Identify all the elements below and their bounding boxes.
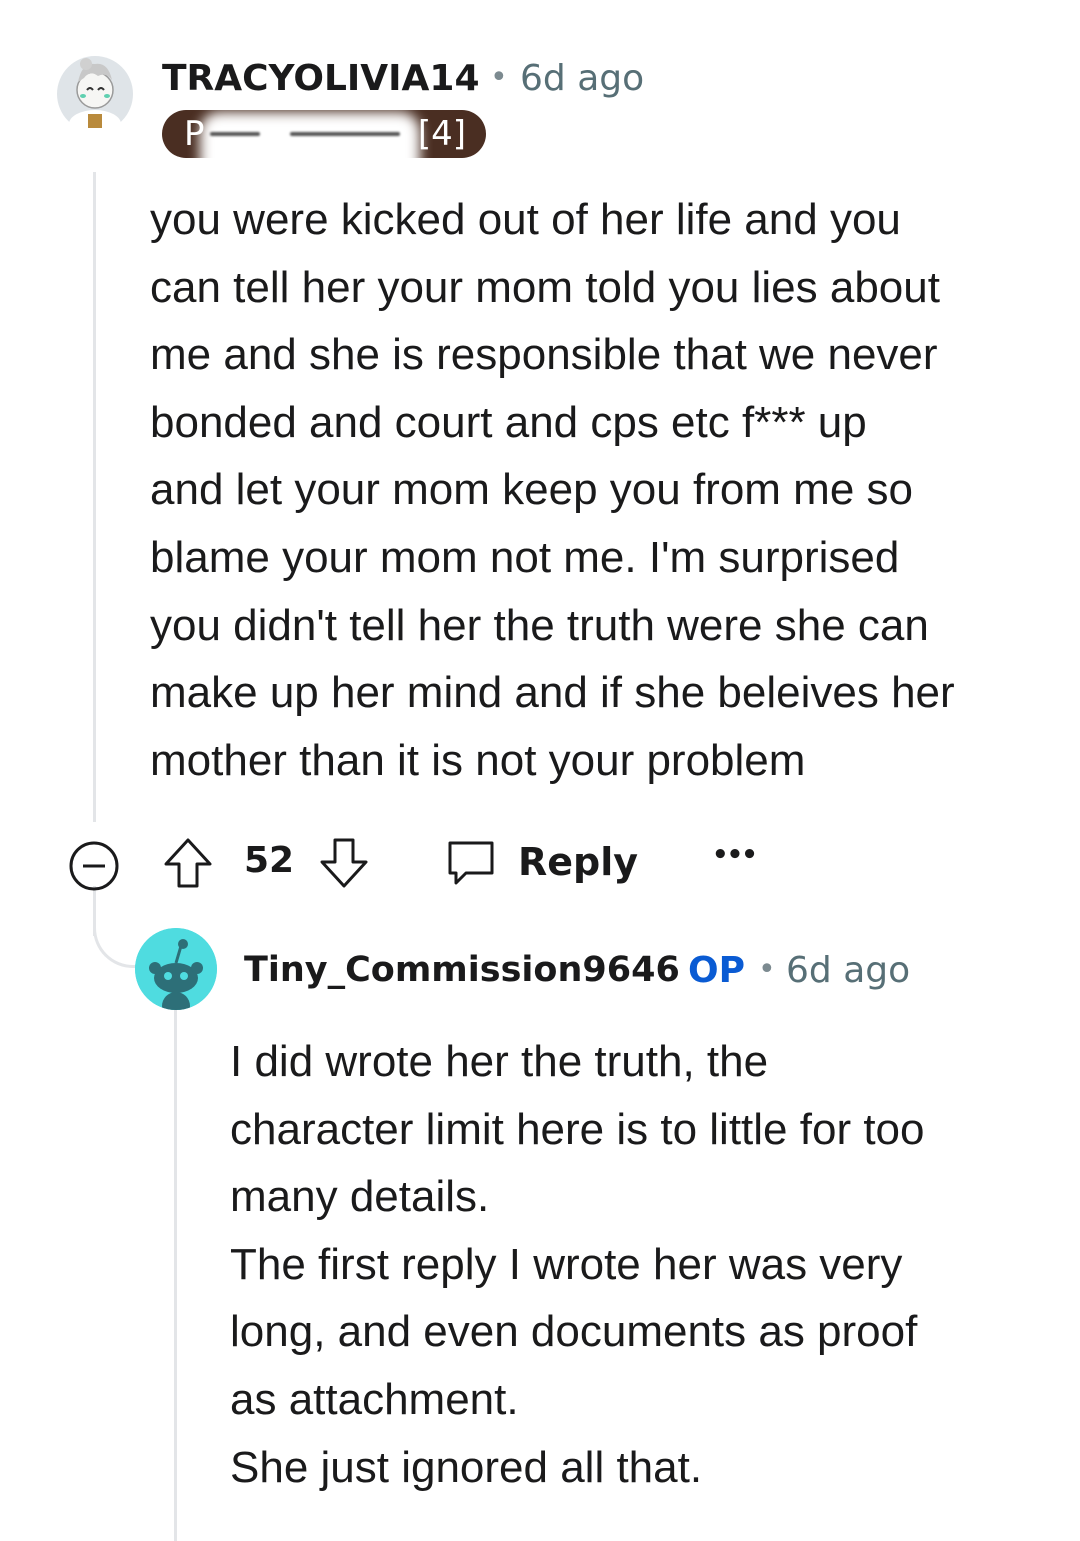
user-avatar[interactable] [56, 52, 134, 134]
redaction-streak [290, 132, 400, 136]
op-badge: OP [688, 950, 745, 991]
comment-bubble-icon [448, 841, 494, 885]
arrow-up-icon [164, 838, 212, 888]
more-options-button[interactable]: ••• [712, 840, 758, 870]
avatar-character-icon [57, 56, 133, 134]
collapse-button[interactable] [68, 840, 120, 892]
reply-button[interactable]: Reply [444, 834, 638, 890]
downvote-button[interactable] [318, 836, 370, 890]
comment-body: you were kicked out of her life and you … [150, 195, 955, 785]
minus-circle-icon [69, 841, 119, 891]
redaction-streak [210, 132, 260, 136]
comment-timestamp[interactable]: 6d ago [786, 950, 910, 991]
comment-timestamp[interactable]: 6d ago [520, 58, 644, 99]
thread-line-root [93, 172, 96, 822]
reply-label: Reply [518, 840, 639, 884]
vote-score: 52 [244, 840, 295, 881]
comment-body: I did wrote her the truth, the character… [230, 1037, 925, 1492]
thread-line-reply [174, 1005, 177, 1541]
meta-separator: • [758, 952, 776, 987]
snoo-avatar-icon [135, 928, 217, 1010]
meta-separator: • [490, 60, 508, 95]
upvote-button[interactable] [162, 836, 214, 890]
comment-author[interactable]: TRACYOLIVIA14 [162, 58, 480, 99]
user-avatar[interactable] [135, 928, 217, 1010]
flair-text-end: [4] [417, 114, 466, 154]
comment-author[interactable]: Tiny_Commission9646 [244, 950, 680, 990]
arrow-down-icon [320, 838, 368, 888]
